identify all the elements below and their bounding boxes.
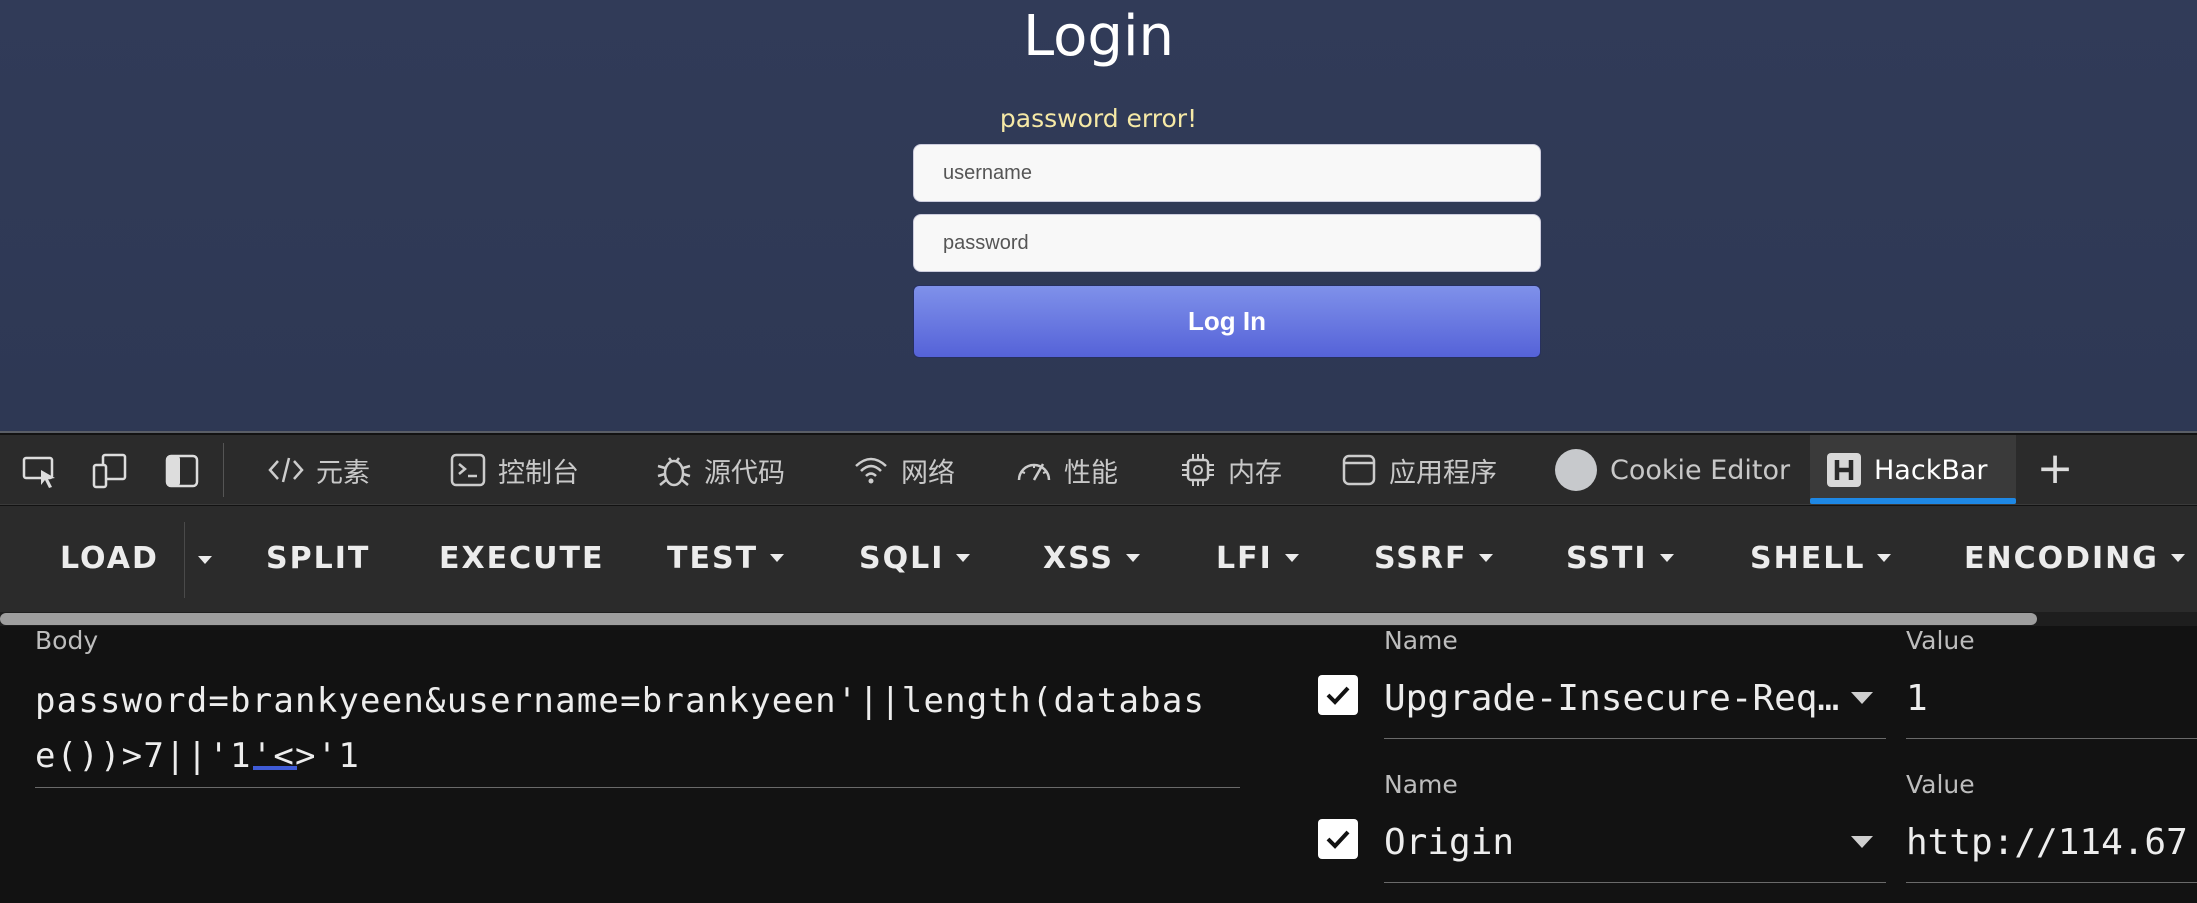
caret-down-icon <box>770 554 785 562</box>
load-dropdown-icon[interactable] <box>198 556 212 564</box>
tab-hackbar[interactable]: HackBar <box>1810 435 2016 505</box>
divider <box>184 522 185 598</box>
cookie-icon <box>1554 448 1598 492</box>
body-label: Body <box>35 626 99 655</box>
tab-label: 应用程序 <box>1389 457 1497 489</box>
inspect-element-icon[interactable] <box>21 452 59 490</box>
code-icon <box>268 452 304 488</box>
header-value-input[interactable]: 1 <box>1906 678 2197 719</box>
caret-down-icon <box>1479 554 1494 562</box>
devtools-tab-bar: 元素 控制台 源代码 网络 性能 内存 应用程序 Cookie Editor H… <box>0 435 2197 505</box>
xss-menu-button[interactable]: XSS <box>1043 536 1140 580</box>
header-value-underline <box>1906 738 2197 739</box>
tab-label: 控制台 <box>498 457 579 489</box>
tab-label: HackBar <box>1874 454 1988 486</box>
app-window-icon <box>1341 452 1377 488</box>
lfi-menu-button[interactable]: LFI <box>1216 536 1299 580</box>
device-toolbar-icon[interactable] <box>91 452 129 490</box>
tab-performance[interactable]: 性能 <box>1016 435 1118 505</box>
checkmark-icon <box>1326 686 1350 705</box>
dock-side-icon[interactable] <box>163 452 201 490</box>
error-message: password error! <box>999 104 1198 133</box>
tab-sources[interactable]: 源代码 <box>656 435 785 505</box>
add-tab-button[interactable]: + <box>2034 447 2076 491</box>
hackbar-icon <box>1826 452 1862 488</box>
tab-console[interactable]: 控制台 <box>450 435 579 505</box>
header-name-underline <box>1384 882 1886 883</box>
scrollbar-thumb[interactable] <box>0 613 2037 625</box>
body-textarea[interactable]: password=brankyeen&username=brankyeen'||… <box>35 674 1225 784</box>
tab-label: 性能 <box>1064 457 1118 489</box>
tab-label: 元素 <box>316 457 370 489</box>
header-value-underline <box>1906 882 2197 883</box>
username-input[interactable] <box>913 144 1541 202</box>
load-button[interactable]: LOAD <box>60 536 159 580</box>
header-name-select[interactable]: Upgrade-Insecure-Requests <box>1384 678 1850 719</box>
tab-cookie-editor[interactable]: Cookie Editor <box>1554 435 1790 505</box>
wifi-icon <box>853 452 889 488</box>
spellcheck-underline <box>253 766 297 770</box>
encoding-menu-button[interactable]: ENCODING <box>1964 536 2185 580</box>
caret-down-icon <box>1659 554 1674 562</box>
tab-elements[interactable]: 元素 <box>268 435 370 505</box>
body-field-underline <box>35 787 1240 788</box>
header-name-select[interactable]: Origin <box>1384 822 1850 863</box>
tab-label: 内存 <box>1228 457 1282 489</box>
caret-down-icon <box>956 554 971 562</box>
ssrf-menu-button[interactable]: SSRF <box>1374 536 1494 580</box>
header-value-label: Value <box>1906 770 1975 799</box>
tab-application[interactable]: 应用程序 <box>1341 435 1497 505</box>
tab-label: Cookie Editor <box>1610 454 1791 486</box>
test-menu-button[interactable]: TEST <box>667 536 785 580</box>
header-value-label: Value <box>1906 626 1975 655</box>
split-button[interactable]: SPLIT <box>266 536 370 580</box>
sqli-menu-button[interactable]: SQLI <box>859 536 971 580</box>
caret-down-icon <box>1126 554 1140 562</box>
tab-label: 源代码 <box>704 457 785 489</box>
tab-memory[interactable]: 内存 <box>1180 435 1282 505</box>
dropdown-arrow-icon[interactable] <box>1851 692 1873 704</box>
bug-icon <box>656 452 692 488</box>
execute-button[interactable]: EXECUTE <box>439 536 604 580</box>
divider <box>223 443 224 497</box>
tab-network[interactable]: 网络 <box>853 435 955 505</box>
page-title: Login <box>1022 4 1175 69</box>
caret-down-icon <box>1284 554 1299 562</box>
password-input[interactable] <box>913 214 1541 272</box>
header-name-underline <box>1384 738 1886 739</box>
header-value-input[interactable]: http://114.67 <box>1906 822 2197 863</box>
caret-down-icon <box>2170 554 2185 562</box>
active-tab-indicator <box>1810 498 2016 504</box>
header-enabled-checkbox[interactable] <box>1318 819 1358 859</box>
tab-label: 网络 <box>901 457 955 489</box>
chip-icon <box>1180 452 1216 488</box>
checkmark-icon <box>1326 830 1350 849</box>
hackbar-toolbar: LOAD SPLIT EXECUTE TEST SQLI XSS LFI SSR… <box>0 506 2197 612</box>
login-button[interactable]: Log In <box>913 285 1541 358</box>
header-name-label: Name <box>1384 770 1458 799</box>
dropdown-arrow-icon[interactable] <box>1851 836 1873 848</box>
console-icon <box>450 452 486 488</box>
gauge-icon <box>1016 452 1052 488</box>
caret-down-icon <box>1877 554 1892 562</box>
shell-menu-button[interactable]: SHELL <box>1750 536 1892 580</box>
login-page: Login password error! Log In <box>0 0 2197 433</box>
header-name-label: Name <box>1384 626 1458 655</box>
header-enabled-checkbox[interactable] <box>1318 675 1358 715</box>
ssti-menu-button[interactable]: SSTI <box>1566 536 1674 580</box>
